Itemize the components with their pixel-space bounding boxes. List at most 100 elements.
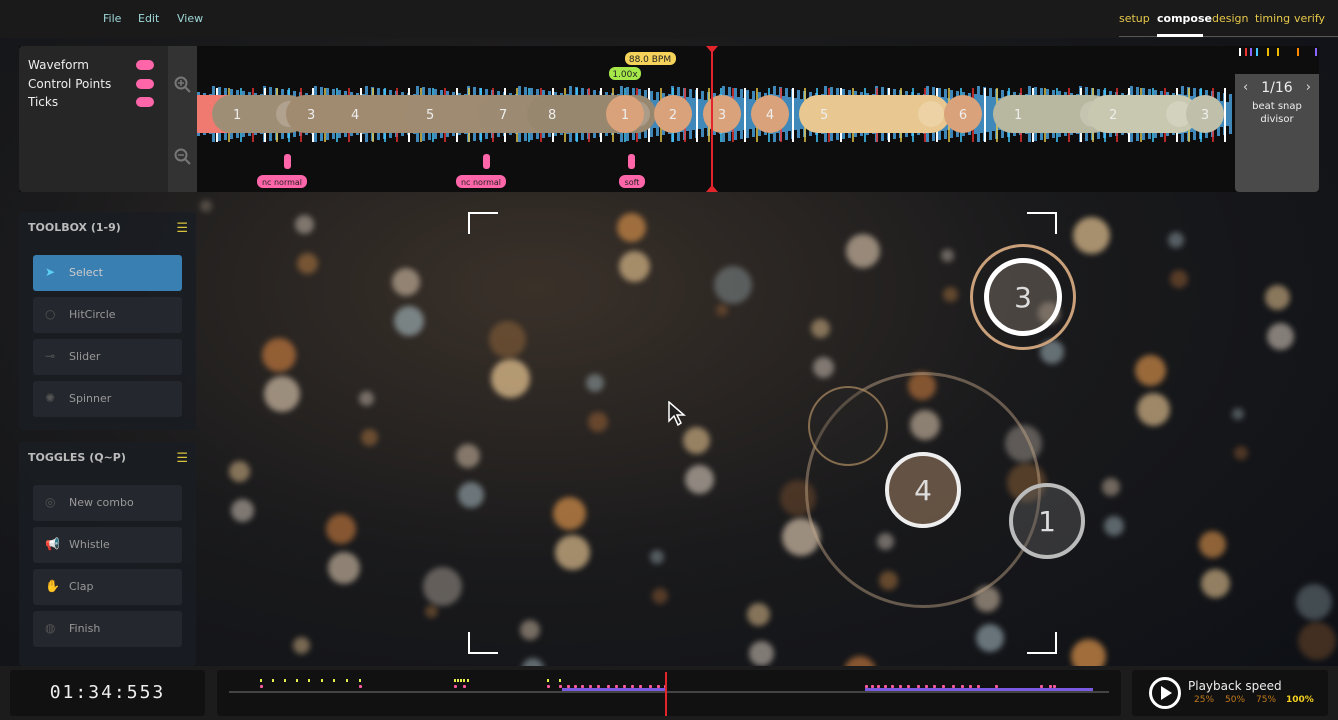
tab-setup[interactable]: setup bbox=[1119, 12, 1150, 25]
menu-view[interactable]: View bbox=[177, 12, 203, 25]
sample-mark bbox=[917, 685, 920, 688]
sample-mark bbox=[454, 685, 457, 688]
tab-compose[interactable]: compose bbox=[1157, 12, 1212, 25]
menu-file[interactable]: File bbox=[103, 12, 121, 25]
combo-number: 2 bbox=[669, 108, 677, 123]
sample-mark bbox=[952, 685, 955, 688]
sample-mark bbox=[977, 685, 980, 688]
tab-verify[interactable]: verify bbox=[1294, 12, 1325, 25]
playback-speed-label: Playback speed bbox=[1188, 679, 1282, 693]
timeline-hit-circle: 2 bbox=[654, 95, 692, 133]
hit-circle[interactable]: 1 bbox=[1009, 483, 1085, 559]
toggle-clap[interactable]: ✋ Clap bbox=[33, 569, 182, 605]
sample-mark bbox=[639, 685, 642, 688]
clap-icon: ✋ bbox=[45, 579, 60, 593]
whistle-icon: 📢 bbox=[45, 537, 60, 551]
tab-design[interactable]: design bbox=[1212, 12, 1249, 25]
sample-mark bbox=[615, 685, 618, 688]
toggle-waveform-switch[interactable] bbox=[136, 60, 154, 70]
speed-text: 1.00x bbox=[612, 70, 638, 80]
spinner-icon: ✺ bbox=[45, 391, 56, 405]
sample-mark bbox=[933, 685, 936, 688]
zoom-out-icon[interactable] bbox=[174, 148, 192, 166]
combo-number: 5 bbox=[426, 108, 434, 123]
sample-mark bbox=[877, 685, 880, 688]
sample-mark bbox=[589, 685, 592, 688]
tab-timing[interactable]: timing bbox=[1255, 12, 1290, 25]
tool-spinner[interactable]: ✺ Spinner bbox=[33, 381, 182, 417]
toggle-ticks-switch[interactable] bbox=[136, 97, 154, 107]
waveform-bar bbox=[794, 98, 797, 130]
sample-mark bbox=[559, 685, 562, 688]
speed-75[interactable]: 75% bbox=[1256, 695, 1276, 705]
tool-hitcircle[interactable]: ○ HitCircle bbox=[33, 297, 182, 333]
toggle-whistle[interactable]: 📢 Whistle bbox=[33, 527, 182, 563]
hit-circle[interactable]: 4 bbox=[885, 452, 961, 528]
sample-handle bbox=[483, 154, 490, 169]
waveform-bar bbox=[986, 96, 989, 132]
toggle-new-combo[interactable]: ◎ New combo bbox=[33, 485, 182, 521]
active-tab-indicator bbox=[1157, 34, 1203, 37]
sample-mark bbox=[1040, 685, 1043, 688]
speed-50[interactable]: 50% bbox=[1225, 695, 1245, 705]
waveform-bar bbox=[746, 90, 749, 138]
timing-point bbox=[359, 679, 361, 682]
cursor-icon: ➤ bbox=[45, 265, 56, 279]
tool-slider[interactable]: ⊸ Slider bbox=[33, 339, 182, 375]
timing-point bbox=[457, 679, 459, 682]
speed-25[interactable]: 25% bbox=[1194, 695, 1214, 705]
snap-next-button[interactable]: › bbox=[1306, 80, 1311, 95]
speed-marker: 1.00x bbox=[609, 67, 641, 80]
combo-number: 1 bbox=[233, 108, 241, 123]
sample-mark bbox=[961, 685, 964, 688]
menu-edit[interactable]: Edit bbox=[138, 12, 159, 25]
sample-mark bbox=[884, 685, 887, 688]
sample-handle bbox=[628, 154, 635, 169]
summary-timeline[interactable] bbox=[217, 670, 1121, 716]
break-bar bbox=[865, 688, 1093, 691]
timeline-hit-circle: 1 bbox=[606, 95, 644, 133]
timeline[interactable]: 1 3 4 5 7 8 1 2 3 4 5 6 1 2 3 88.0 BPM 1.00x nc normal nc … bbox=[19, 46, 1319, 192]
combo-number: 4 bbox=[351, 108, 359, 123]
sample-label: soft bbox=[625, 178, 640, 187]
combo-number: 1 bbox=[1014, 108, 1022, 123]
playfield[interactable]: 3 4 1 bbox=[0, 195, 1338, 665]
toggle-finish[interactable]: ◍ Finish bbox=[33, 611, 182, 647]
sample-label: nc normal bbox=[461, 178, 501, 187]
new-combo-icon: ◎ bbox=[45, 495, 56, 509]
speed-100[interactable]: 100% bbox=[1286, 695, 1314, 705]
sample-mark bbox=[260, 685, 263, 688]
sample-mark bbox=[463, 685, 466, 688]
tool-select[interactable]: ➤ Select bbox=[33, 255, 182, 291]
toggle-control-points-label: Control Points bbox=[28, 77, 112, 91]
timeline-track[interactable]: 1 3 4 5 7 8 1 2 3 4 5 6 1 2 3 88.0 BPM 1.00x nc normal nc … bbox=[19, 46, 1319, 192]
timing-point bbox=[308, 679, 310, 682]
combo-number: 3 bbox=[1201, 108, 1209, 123]
waveform-bar bbox=[698, 99, 701, 129]
sample-mark bbox=[891, 685, 894, 688]
toggle-ticks-label: Ticks bbox=[28, 95, 59, 109]
play-button[interactable] bbox=[1148, 676, 1182, 710]
sample-mark bbox=[649, 685, 652, 688]
zoom-in-icon[interactable] bbox=[174, 76, 192, 94]
sample-mark bbox=[1053, 685, 1056, 688]
toggles-menu-icon[interactable]: ☰ bbox=[176, 451, 188, 466]
toggle-control-points-switch[interactable] bbox=[136, 79, 154, 89]
waveform-bar bbox=[989, 88, 992, 140]
timing-point bbox=[260, 679, 262, 682]
timing-point bbox=[547, 679, 549, 682]
sample-point: soft bbox=[619, 154, 645, 188]
sample-mark bbox=[657, 685, 660, 688]
combo-number: 3 bbox=[718, 108, 726, 123]
toolbox-menu-icon[interactable]: ☰ bbox=[176, 221, 188, 236]
beat-snap-ticks bbox=[1235, 46, 1319, 74]
timing-point bbox=[467, 679, 469, 682]
waveform-bar bbox=[692, 98, 695, 130]
timeline-hit-circle: 3 bbox=[1186, 95, 1224, 133]
sample-mark bbox=[969, 685, 972, 688]
combo-number: 3 bbox=[1014, 280, 1032, 314]
timeline-slider: 2 bbox=[1088, 95, 1198, 133]
beat-snap-panel: ‹ 1/16 › beat snap divisor bbox=[1235, 46, 1319, 192]
hit-circle[interactable]: 3 bbox=[984, 258, 1062, 336]
combo-number: 5 bbox=[820, 108, 828, 123]
